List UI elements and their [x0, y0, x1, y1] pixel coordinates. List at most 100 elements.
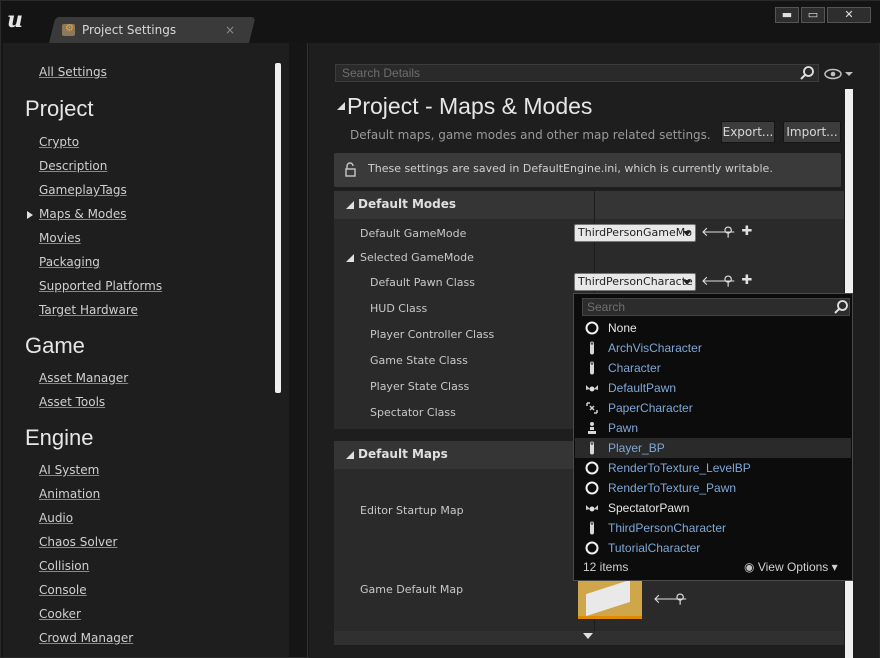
use-selected-arrow-icon[interactable]: 🡐 — [701, 226, 736, 240]
settings-tab-icon — [61, 22, 77, 38]
character-icon — [590, 361, 594, 375]
sidebar-item-crowd-manager[interactable]: Crowd Manager — [39, 631, 133, 645]
sidebar-item-cooker[interactable]: Cooker — [39, 607, 81, 621]
sidebar-item-console[interactable]: Console — [39, 583, 87, 597]
class-list-item[interactable]: DefaultPawn — [575, 378, 851, 398]
sidebar-item-collision[interactable]: Collision — [39, 559, 89, 573]
notice-text: These settings are saved in DefaultEngin… — [368, 162, 773, 175]
default-pawn-class-combo[interactable]: ThirdPersonCharacte — [574, 273, 696, 291]
category-label: Default Modes — [358, 197, 457, 211]
expand-default-modes-icon[interactable] — [346, 201, 354, 209]
class-list-item[interactable]: ThirdPersonCharacter — [575, 518, 851, 538]
game-state-class-label: Game State Class — [370, 354, 468, 367]
class-list-item-label: TutorialCharacter — [608, 541, 701, 555]
sidebar-item-target-hardware[interactable]: Target Hardware — [39, 303, 138, 317]
sidebar-item-ai-system[interactable]: AI System — [39, 463, 99, 477]
use-selected-arrow-icon[interactable]: 🡐 — [701, 275, 736, 289]
search-icon[interactable] — [799, 65, 815, 81]
game-default-map-label: Game Default Map — [360, 583, 464, 596]
search-details-input[interactable]: Search Details — [335, 64, 819, 82]
export-button[interactable]: Export... — [721, 121, 775, 143]
default-gamemode-combo[interactable]: ThirdPersonGameMo — [574, 224, 696, 242]
class-search-input[interactable]: Search — [582, 298, 850, 316]
class-list-item[interactable]: TutorialCharacter — [575, 538, 851, 558]
expand-selected-gamemode-icon[interactable] — [346, 254, 354, 262]
minimize-button[interactable]: ▬ — [775, 7, 799, 23]
advanced-expander[interactable] — [334, 631, 844, 645]
sidebar-item-maps-modes[interactable]: Maps & Modes — [39, 207, 127, 221]
settings-sidebar: All Settings Project Crypto Description … — [3, 43, 289, 657]
class-list-item[interactable]: RenderToTexture_Pawn — [575, 478, 851, 498]
category-label: Default Maps — [358, 447, 448, 461]
player-controller-class-label: Player Controller Class — [370, 328, 495, 341]
browse-icon[interactable]: ⚲ — [721, 226, 735, 240]
import-button[interactable]: Import... — [783, 121, 841, 143]
class-list-item[interactable]: Character — [575, 358, 851, 378]
view-options-label: View Options — [757, 560, 829, 574]
title-bar: u Project Settings × ▬ ▭ ✕ — [1, 1, 880, 43]
sidebar-item-audio[interactable]: Audio — [39, 511, 73, 525]
search-icon[interactable] — [833, 299, 849, 315]
spectator-class-label: Spectator Class — [370, 406, 456, 419]
editor-startup-map-label: Editor Startup Map — [360, 504, 464, 517]
sidebar-item-all-settings[interactable]: All Settings — [39, 65, 107, 79]
sidebar-item-supported-platforms[interactable]: Supported Platforms — [39, 279, 162, 293]
view-options-button[interactable]: ◉ View Options ▾ — [744, 560, 838, 574]
close-button[interactable]: ✕ — [827, 7, 871, 23]
class-list-item[interactable]: Player_BP — [575, 438, 851, 458]
chevron-down-icon[interactable] — [583, 633, 593, 639]
page-description: Default maps, game modes and other map r… — [350, 128, 711, 142]
expand-default-maps-icon[interactable] — [346, 451, 354, 459]
character-icon — [590, 441, 594, 455]
sidebar-heading-project: Project — [25, 96, 94, 121]
sidebar-item-chaos-solver[interactable]: Chaos Solver — [39, 535, 117, 549]
view-options-eye-icon[interactable] — [824, 67, 854, 81]
pawn-wings-icon — [586, 385, 598, 392]
sidebar-item-animation[interactable]: Animation — [39, 487, 100, 501]
class-list-item[interactable]: SpectatorPawn — [575, 498, 851, 518]
panel-divider[interactable] — [307, 43, 308, 658]
class-list-item-label: RenderToTexture_Pawn — [608, 481, 737, 495]
class-list-item-label: DefaultPawn — [608, 381, 677, 395]
sidebar-scrollbar[interactable] — [275, 63, 281, 393]
tab-close-icon[interactable]: × — [225, 23, 235, 37]
column-splitter[interactable] — [594, 191, 595, 219]
sidebar-item-asset-manager[interactable]: Asset Manager — [39, 371, 128, 385]
tab-project-settings[interactable]: Project Settings × — [61, 19, 241, 41]
sidebar-item-description[interactable]: Description — [39, 159, 107, 173]
default-gamemode-label: Default GameMode — [360, 227, 467, 240]
sidebar-item-packaging[interactable]: Packaging — [39, 255, 100, 269]
pawn-wings-icon — [586, 505, 598, 512]
hud-class-label: HUD Class — [370, 302, 428, 315]
sidebar-item-movies[interactable]: Movies — [39, 231, 81, 245]
sidebar-heading-game: Game — [25, 333, 85, 358]
selected-arrow-icon — [27, 211, 33, 219]
class-list-item[interactable]: ArchVisCharacter — [575, 338, 851, 358]
class-list-item-label: PaperCharacter — [608, 401, 693, 415]
sidebar-item-gameplaytags[interactable]: GameplayTags — [39, 183, 127, 197]
class-list-item[interactable]: PaperCharacter — [575, 398, 851, 418]
item-count: 12 items — [583, 560, 629, 574]
add-icon[interactable]: ✚ — [740, 274, 754, 288]
class-list-item-label: None — [608, 321, 637, 335]
class-list-item[interactable]: RenderToTexture_LevelBP — [575, 458, 851, 478]
maximize-button[interactable]: ▭ — [801, 7, 825, 23]
class-list-item-label: Pawn — [608, 421, 639, 435]
class-list-item[interactable]: Pawn — [575, 418, 851, 438]
unlocked-icon — [345, 162, 356, 177]
collapse-section-icon[interactable] — [337, 102, 345, 110]
sidebar-item-crypto[interactable]: Crypto — [39, 135, 79, 149]
browse-icon[interactable]: ⚲ — [673, 593, 687, 607]
sidebar-item-asset-tools[interactable]: Asset Tools — [39, 395, 105, 409]
category-default-modes[interactable]: Default Modes — [334, 191, 844, 219]
paper-character-icon — [586, 402, 598, 414]
add-icon[interactable]: ✚ — [740, 225, 754, 239]
class-list-item-label: Player_BP — [608, 441, 665, 455]
sidebar-heading-engine: Engine — [25, 425, 94, 450]
browse-icon[interactable]: ⚲ — [721, 275, 735, 289]
use-selected-arrow-icon[interactable]: 🡐 — [653, 593, 688, 607]
class-list-item-label: Character — [608, 361, 661, 375]
circle-icon — [585, 541, 599, 555]
circle-icon — [585, 461, 599, 475]
class-list-item[interactable]: None — [575, 318, 851, 338]
